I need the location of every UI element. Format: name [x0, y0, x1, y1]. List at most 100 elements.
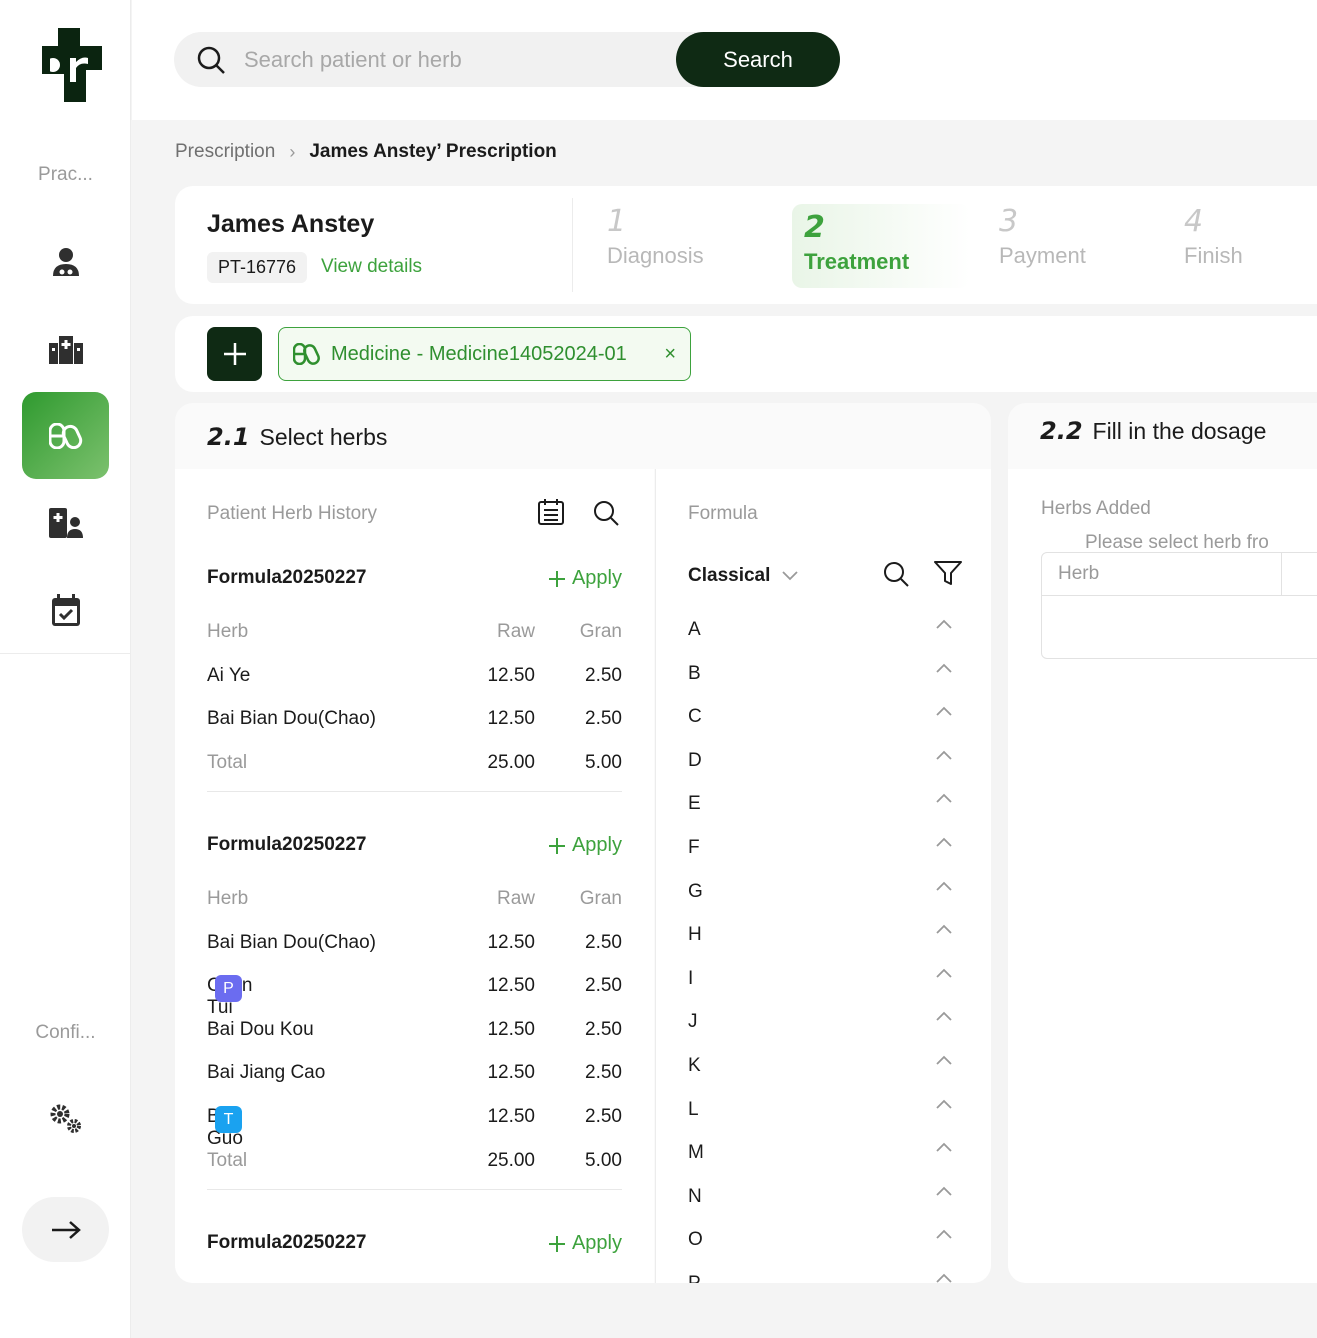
- alphabet-letter: M: [688, 1142, 704, 1164]
- total-label: Total: [207, 751, 248, 773]
- chevron-up-icon[interactable]: [936, 1142, 952, 1152]
- table-row: Bai Jiang Cao 12.50 2.50: [207, 1062, 622, 1106]
- apply-button[interactable]: Apply: [548, 1232, 622, 1255]
- breadcrumb-prescription-link[interactable]: Prescription: [175, 141, 275, 163]
- step-treatment[interactable]: 2 Treatment: [792, 204, 970, 288]
- clinic-icon: [48, 335, 83, 364]
- search-input[interactable]: [244, 32, 664, 87]
- column-divider: [1281, 553, 1282, 596]
- search-bar: Search: [174, 32, 840, 87]
- alphabet-group[interactable]: B: [688, 659, 952, 703]
- search-button[interactable]: Search: [676, 32, 840, 87]
- raw-value: 12.50: [487, 708, 535, 730]
- alphabet-group[interactable]: J: [688, 1007, 952, 1051]
- view-details-link[interactable]: View details: [321, 256, 422, 278]
- herbs-added-label: Herbs Added: [1041, 498, 1151, 519]
- alphabet-group[interactable]: D: [688, 746, 952, 790]
- step-finish[interactable]: 4 Finish: [1184, 204, 1243, 288]
- chevron-up-icon[interactable]: [936, 837, 952, 847]
- chevron-up-icon[interactable]: [936, 706, 952, 716]
- alphabet-letter: D: [688, 749, 702, 771]
- chevron-up-icon[interactable]: [936, 1099, 952, 1109]
- alphabet-group[interactable]: L: [688, 1095, 952, 1139]
- step-diagnosis[interactable]: 1 Diagnosis: [607, 204, 704, 288]
- filter-icon[interactable]: [934, 560, 962, 586]
- col-raw: Raw: [496, 621, 535, 642]
- alphabet-group[interactable]: P: [688, 1269, 952, 1283]
- alphabet-group[interactable]: C: [688, 702, 952, 746]
- medicine-tab[interactable]: Medicine - Medicine14052024-01 ×: [278, 327, 691, 381]
- formula-type-value: Classical: [688, 565, 771, 586]
- step-payment[interactable]: 3 Payment: [999, 204, 1086, 288]
- sidebar-item-staff[interactable]: [22, 479, 109, 566]
- close-icon[interactable]: ×: [664, 343, 676, 366]
- table-row: Ai Ye 12.50 2.50: [207, 665, 622, 709]
- chevron-up-icon[interactable]: [936, 750, 952, 760]
- search-icon[interactable]: [592, 499, 620, 527]
- chevron-up-icon[interactable]: [936, 968, 952, 978]
- table-row: Bai Dou Kou 12.50 2.50: [207, 1019, 622, 1063]
- dr-logo-icon[interactable]: [42, 28, 108, 102]
- herb-type-badge: T: [215, 1105, 242, 1133]
- raw-value: 12.50: [487, 664, 535, 686]
- alphabet-group[interactable]: M: [688, 1138, 952, 1182]
- herb-name: Bai Dou Kou: [207, 1018, 314, 1040]
- chevron-up-icon[interactable]: [936, 881, 952, 891]
- alphabet-group[interactable]: E: [688, 789, 952, 833]
- herb-type-badge: P: [215, 975, 242, 1003]
- raw-value: 12.50: [487, 931, 535, 953]
- chevron-up-icon[interactable]: [936, 793, 952, 804]
- sidebar-item-patients[interactable]: [22, 218, 109, 305]
- chevron-up-icon[interactable]: [936, 1273, 952, 1283]
- alphabet-group[interactable]: H: [688, 920, 952, 964]
- breadcrumb-current: James Anstey’ Prescription: [309, 141, 557, 162]
- apply-button[interactable]: Apply: [548, 834, 622, 857]
- calendar-list-icon[interactable]: [537, 498, 565, 526]
- col-herb: Herb: [1058, 563, 1100, 584]
- sidebar-item-medicine[interactable]: [22, 392, 109, 479]
- gran-value: 2.50: [585, 708, 622, 730]
- alphabet-letter: E: [688, 793, 701, 815]
- alphabet-group[interactable]: O: [688, 1225, 952, 1269]
- section-title: Select herbs: [259, 424, 388, 450]
- sidebar-item-settings[interactable]: [22, 1075, 109, 1162]
- alphabet-group[interactable]: G: [688, 877, 952, 921]
- table-header-row: Herb: [1042, 553, 1317, 596]
- chevron-up-icon[interactable]: [936, 1055, 952, 1065]
- expand-sidebar-button[interactable]: [22, 1197, 109, 1262]
- chevron-up-icon[interactable]: [936, 1186, 952, 1196]
- raw-value: 12.50: [487, 1105, 535, 1127]
- table-header-row: Herb Raw Gran: [207, 888, 622, 932]
- select-herbs-title: 2.1 Select herbs: [207, 423, 387, 451]
- alphabet-group[interactable]: A: [688, 615, 952, 659]
- chevron-up-icon[interactable]: [936, 663, 952, 673]
- alphabet-group[interactable]: K: [688, 1051, 952, 1095]
- section-number: 2.1: [207, 423, 250, 451]
- total-row: Total 25.00 5.00: [207, 752, 622, 796]
- raw-value: 12.50: [487, 1018, 535, 1040]
- sidebar-item-calendar[interactable]: [22, 566, 109, 653]
- chevron-up-icon[interactable]: [936, 619, 952, 629]
- col-herb: Herb: [207, 888, 249, 909]
- apply-button[interactable]: Apply: [548, 567, 622, 590]
- raw-value: 12.50: [487, 975, 535, 997]
- sidebar-item-clinic[interactable]: [22, 305, 109, 392]
- search-icon[interactable]: [882, 560, 910, 588]
- config-section-label: Confi...: [35, 1022, 96, 1043]
- gears-icon: [50, 1104, 81, 1133]
- empty-state-message: Please select herb fro: [1085, 532, 1269, 553]
- add-medicine-button[interactable]: [207, 327, 262, 381]
- patient-card: James Anstey PT-16776 View details 1 Dia…: [175, 186, 1317, 304]
- chevron-up-icon[interactable]: [936, 924, 952, 934]
- alphabet-group[interactable]: N: [688, 1182, 952, 1226]
- alphabet-group[interactable]: I: [688, 964, 952, 1008]
- patient-icon: [52, 247, 79, 276]
- formula-block: Formula20250227 Apply: [207, 1232, 622, 1262]
- fill-dosage-panel: 2.2 Fill in the dosage Herbs Added Herb …: [1008, 403, 1317, 1283]
- formula-type-dropdown[interactable]: Classical: [688, 565, 799, 587]
- alphabet-group[interactable]: F: [688, 833, 952, 877]
- plus-icon: [548, 837, 565, 854]
- herbs-added-table: Herb: [1041, 552, 1317, 659]
- chevron-up-icon[interactable]: [936, 1229, 952, 1239]
- chevron-up-icon[interactable]: [936, 1011, 952, 1021]
